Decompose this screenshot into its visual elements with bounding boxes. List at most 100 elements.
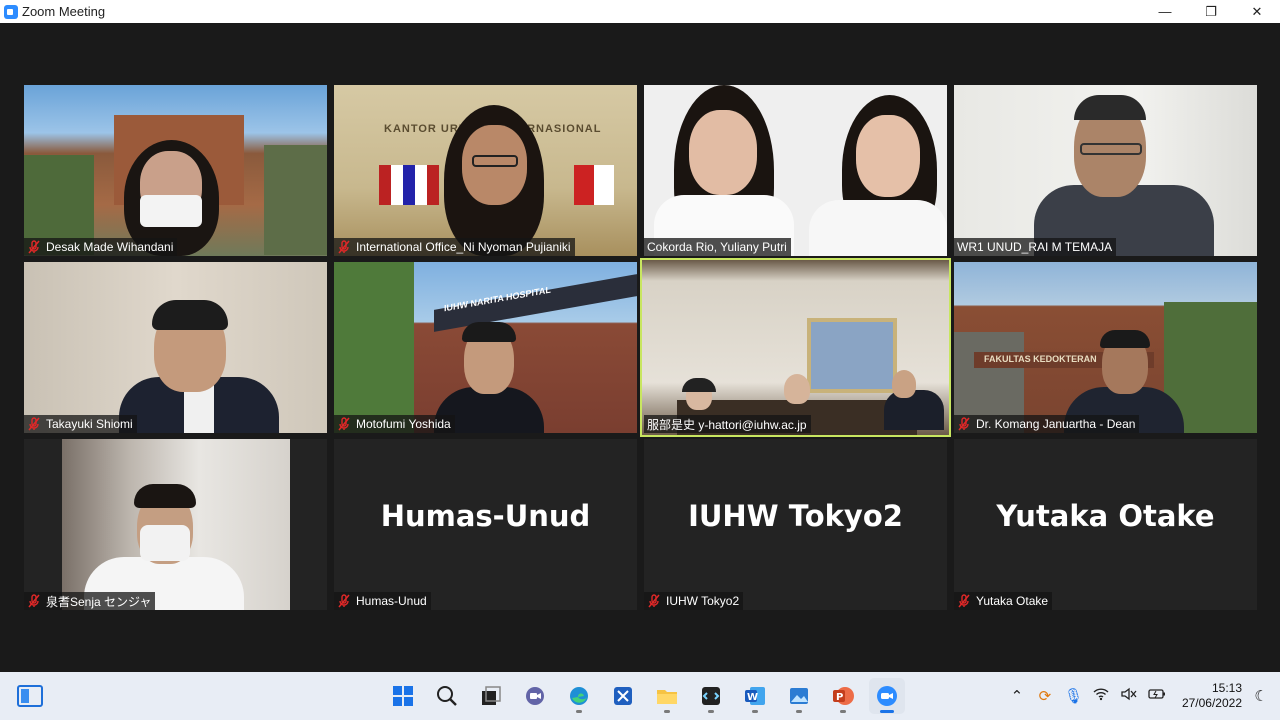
windows-start-icon[interactable] [385,678,421,714]
participant-name-bar: Takayuki Shiomi [24,415,137,433]
word-icon[interactable]: W [737,678,773,714]
system-tray: ⌃ ⟳ 🎙 15:13 27/06/2022 ☾ [1008,672,1270,720]
sync-icon[interactable]: ⟳ [1036,687,1054,705]
battery-icon[interactable] [1148,687,1166,705]
taskbar-apps: W P [385,678,905,714]
muted-mic-icon [957,594,971,608]
background-sign: FAKULTAS KEDOKTERAN [984,354,1097,364]
video-feed: KANTOR URUSAN INTERNASIONAL [334,85,637,256]
task-view-icon[interactable] [473,678,509,714]
muted-mic-icon [957,417,971,431]
video-tile[interactable]: Desak Made Wihandani [24,85,327,256]
moon-icon[interactable]: ☾ [1252,687,1270,705]
code-editor-icon[interactable] [693,678,729,714]
file-explorer-icon[interactable] [649,678,685,714]
running-indicator [576,710,582,713]
video-tile-off[interactable]: IUHW Tokyo2 IUHW Tokyo2 [644,439,947,610]
teams-chat-icon[interactable] [517,678,553,714]
running-indicator [752,710,758,713]
muted-mic-icon [337,594,351,608]
zoom-app-icon [4,4,18,19]
video-tile[interactable]: 泉耆Senja センジャ [24,439,327,610]
video-feed [644,85,947,256]
participant-name-bar: IUHW Tokyo2 [644,592,744,610]
participant-name: Dr. Komang Januartha - Dean [976,417,1136,431]
video-feed: IUHW NARITA HOSPITAL [334,262,637,433]
running-indicator [840,710,846,713]
clock-time: 15:13 [1211,681,1242,695]
participant-name-bar: Desak Made Wihandani [24,238,178,256]
video-tile[interactable]: Takayuki Shiomi [24,262,327,433]
video-tile[interactable]: Cokorda Rio, Yuliany Putri [644,85,947,256]
gallery-view: Desak Made Wihandani KANTOR URUSAN INTER… [0,23,1280,672]
muted-mic-icon [647,594,661,608]
muted-mic-icon [337,417,351,431]
participant-name-bar: Dr. Komang Januartha - Dean [954,415,1140,433]
video-tile-off[interactable]: Yutaka Otake Yutaka Otake [954,439,1257,610]
participant-name: Motofumi Yoshida [356,417,451,431]
restore-button[interactable]: ❐ [1188,0,1234,23]
participant-name: Takayuki Shiomi [46,417,133,431]
participant-name: Yutaka Otake [976,594,1049,608]
minimize-button[interactable]: — [1142,0,1188,23]
photos-icon[interactable] [781,678,817,714]
widgets-icon[interactable] [17,684,43,708]
close-button[interactable]: ✕ [1234,0,1280,23]
running-indicator [796,710,802,713]
video-tile[interactable]: IUHW NARITA HOSPITAL Motofumi Yoshida [334,262,637,433]
snipping-tool-icon[interactable] [605,678,641,714]
search-icon[interactable] [429,678,465,714]
participant-name-bar: Cokorda Rio, Yuliany Putri [644,238,791,256]
video-tile[interactable]: FAKULTAS KEDOKTERAN Dr. Komang Januartha… [954,262,1257,433]
clock[interactable]: 15:13 27/06/2022 [1182,681,1242,711]
muted-mic-icon [27,417,41,431]
video-feed: FAKULTAS KEDOKTERAN [954,262,1257,433]
chevron-up-icon[interactable]: ⌃ [1008,687,1026,705]
participant-name-bar: Humas-Unud [334,592,431,610]
zoom-icon[interactable] [869,678,905,714]
participant-name: Desak Made Wihandani [46,240,174,254]
video-feed [642,260,949,435]
participant-display-name: IUHW Tokyo2 [688,499,903,533]
clock-date: 27/06/2022 [1181,696,1242,710]
video-feed [954,85,1257,256]
svg-text:P: P [836,692,843,703]
participant-name-bar: Yutaka Otake [954,592,1053,610]
video-tile-off[interactable]: Humas-Unud Humas-Unud [334,439,637,610]
participant-name-bar: 泉耆Senja センジャ [24,592,156,610]
participant-name: Cokorda Rio, Yuliany Putri [647,240,787,254]
participant-name: 服部是史 y-hattori@iuhw.ac.jp [647,417,807,432]
participant-name-bar: Motofumi Yoshida [334,415,455,433]
participant-name-bar: WR1 UNUD_RAI M TEMAJA [954,238,1117,256]
svg-text:W: W [747,692,758,703]
edge-browser-icon[interactable] [561,678,597,714]
speaker-muted-icon[interactable] [1120,687,1138,705]
running-indicator [664,710,670,713]
video-feed [24,85,327,256]
video-feed [24,439,327,610]
participant-name: Humas-Unud [356,594,427,608]
video-tile[interactable]: WR1 UNUD_RAI M TEMAJA [954,85,1257,256]
participant-name-bar: International Office_Ni Nyoman Pujianiki [334,238,575,256]
window-titlebar: Zoom Meeting — ❐ ✕ [0,0,1280,23]
running-indicator [880,710,894,713]
taskbar: W P ⌃ ⟳ 🎙 15:13 27/06/2022 ☾ [0,672,1280,720]
window-title: Zoom Meeting [22,4,106,19]
active-speaker-tile[interactable]: 服部是史 y-hattori@iuhw.ac.jp [640,258,951,437]
video-feed [24,262,327,433]
wifi-icon[interactable] [1092,687,1110,705]
participant-name: WR1 UNUD_RAI M TEMAJA [957,240,1113,254]
participant-display-name: Humas-Unud [380,499,591,533]
participant-name: IUHW Tokyo2 [666,594,740,608]
window-controls: — ❐ ✕ [1142,0,1280,23]
participant-name-bar: 服部是史 y-hattori@iuhw.ac.jp [644,415,811,433]
participant-display-name: Yutaka Otake [996,499,1215,533]
running-indicator [708,710,714,713]
participant-name: International Office_Ni Nyoman Pujianiki [356,240,571,254]
muted-mic-icon [27,594,41,608]
powerpoint-icon[interactable]: P [825,678,861,714]
microphone-icon[interactable]: 🎙 [1064,687,1083,705]
muted-mic-icon [27,240,41,254]
video-tile[interactable]: KANTOR URUSAN INTERNASIONAL Internationa… [334,85,637,256]
muted-mic-icon [337,240,351,254]
